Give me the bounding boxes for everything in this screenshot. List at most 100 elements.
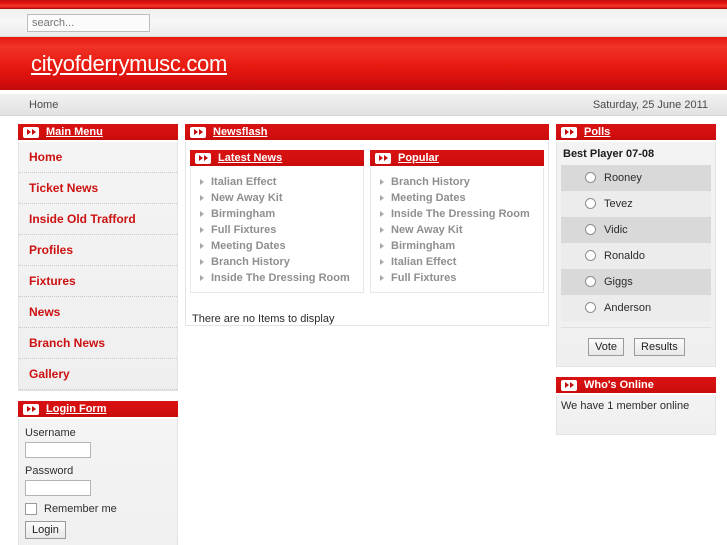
page-root: cityofderrymusc.com Home Saturday, 25 Ju… — [0, 0, 727, 545]
poll-radio-tevez[interactable] — [585, 198, 596, 210]
list-item[interactable]: Inside The Dressing Room — [197, 270, 363, 286]
remember-me-checkbox[interactable] — [25, 503, 37, 515]
main-menu-link[interactable]: Home — [29, 150, 62, 164]
main-menu-link[interactable]: Inside Old Trafford — [29, 212, 136, 226]
sidebar-item-branch-news[interactable]: Branch News — [19, 328, 177, 359]
vote-button[interactable]: Vote — [588, 338, 625, 356]
poll-radio-ronaldo[interactable] — [585, 250, 596, 262]
site-header: cityofderrymusc.com — [0, 37, 727, 93]
double-arrow-icon — [195, 152, 211, 164]
search-input[interactable] — [27, 13, 150, 32]
latest-news-link[interactable]: Italian Effect — [211, 176, 276, 188]
module-popular: Popular Branch History Meeting Dates Ins… — [370, 150, 544, 293]
module-main-menu: Main Menu Home Ticket News Inside Old Tr… — [18, 124, 178, 391]
poll-option-row[interactable]: Giggs — [561, 269, 711, 295]
latest-popular-row: Latest News Italian Effect New Away Kit … — [186, 150, 548, 293]
main-menu-link[interactable]: Ticket News — [29, 181, 98, 195]
popular-link[interactable]: Birmingham — [391, 240, 455, 252]
main-menu-link[interactable]: Gallery — [29, 367, 70, 381]
sidebar-item-gallery[interactable]: Gallery — [19, 359, 177, 390]
sidebar-item-ticket-news[interactable]: Ticket News — [19, 173, 177, 204]
main-menu-list: Home Ticket News Inside Old Trafford Pro… — [19, 142, 177, 390]
results-button[interactable]: Results — [634, 338, 685, 356]
poll-radio-rooney[interactable] — [585, 172, 596, 184]
login-button[interactable]: Login — [25, 521, 66, 539]
password-field[interactable] — [25, 480, 91, 496]
poll-option-label: Ronaldo — [604, 249, 645, 262]
right-column: Polls Best Player 07-08 Rooney Tevez Vid… — [556, 124, 716, 445]
sidebar-item-fixtures[interactable]: Fixtures — [19, 266, 177, 297]
main-menu-title: Main Menu — [46, 126, 103, 138]
list-item[interactable]: Italian Effect — [197, 174, 363, 190]
poll-option-row[interactable]: Vidic — [561, 217, 711, 243]
poll-option-label: Tevez — [604, 197, 633, 210]
poll-option-row[interactable]: Anderson — [561, 295, 711, 321]
latest-news-list: Italian Effect New Away Kit Birmingham F… — [191, 168, 363, 292]
latest-news-link[interactable]: Branch History — [211, 256, 290, 268]
whos-online-text: We have 1 member online — [561, 400, 690, 412]
latest-news-link[interactable]: Full Fixtures — [211, 224, 276, 236]
popular-link[interactable]: Branch History — [391, 176, 470, 188]
module-newsflash: Newsflash Latest News Italian Effect New… — [185, 124, 549, 326]
main-menu-link[interactable]: Fixtures — [29, 274, 76, 288]
username-label: Username — [25, 427, 76, 439]
list-item[interactable]: Meeting Dates — [377, 190, 543, 206]
poll-buttons-row: Vote Results — [561, 327, 711, 358]
latest-news-link[interactable]: Inside The Dressing Room — [211, 272, 350, 284]
main-menu-link[interactable]: Profiles — [29, 243, 73, 257]
main-menu-body: Home Ticket News Inside Old Trafford Pro… — [18, 142, 178, 391]
popular-link[interactable]: New Away Kit — [391, 224, 463, 236]
popular-list: Branch History Meeting Dates Inside The … — [371, 168, 543, 292]
polls-body: Best Player 07-08 Rooney Tevez Vidic Ron… — [556, 142, 716, 367]
breadcrumb-bar: Home Saturday, 25 June 2011 — [0, 93, 727, 116]
main-menu-header: Main Menu — [18, 124, 178, 142]
list-item[interactable]: Branch History — [377, 174, 543, 190]
remember-me-label: Remember me — [44, 503, 117, 515]
poll-option-row[interactable]: Ronaldo — [561, 243, 711, 269]
site-title[interactable]: cityofderrymusc.com — [31, 51, 227, 77]
list-item[interactable]: Italian Effect — [377, 254, 543, 270]
main-menu-link[interactable]: Branch News — [29, 336, 105, 350]
list-item[interactable]: Branch History — [197, 254, 363, 270]
poll-radio-anderson[interactable] — [585, 302, 596, 314]
latest-news-body: Italian Effect New Away Kit Birmingham F… — [190, 168, 364, 293]
list-item[interactable]: Inside The Dressing Room — [377, 206, 543, 222]
main-menu-link[interactable]: News — [29, 305, 60, 319]
latest-news-header: Latest News — [190, 150, 364, 168]
poll-radio-vidic[interactable] — [585, 224, 596, 236]
sidebar-item-inside-old-trafford[interactable]: Inside Old Trafford — [19, 204, 177, 235]
poll-radio-giggs[interactable] — [585, 276, 596, 288]
username-field[interactable] — [25, 442, 91, 458]
double-arrow-icon — [375, 152, 391, 164]
popular-link[interactable]: Meeting Dates — [391, 192, 466, 204]
poll-option-row[interactable]: Tevez — [561, 191, 711, 217]
double-arrow-icon — [561, 379, 577, 391]
latest-news-title: Latest News — [218, 152, 283, 164]
poll-option-label: Rooney — [604, 171, 642, 184]
list-item[interactable]: New Away Kit — [197, 190, 363, 206]
module-latest-news: Latest News Italian Effect New Away Kit … — [190, 150, 364, 293]
breadcrumb[interactable]: Home — [29, 99, 58, 111]
popular-link[interactable]: Inside The Dressing Room — [391, 208, 530, 220]
sidebar-item-news[interactable]: News — [19, 297, 177, 328]
login-form-body: Username Password Remember me Login Lost… — [18, 419, 178, 545]
list-item[interactable]: Full Fixtures — [377, 270, 543, 286]
double-arrow-icon — [23, 403, 39, 415]
sidebar-item-profiles[interactable]: Profiles — [19, 235, 177, 266]
poll-option-row[interactable]: Rooney — [561, 165, 711, 191]
sidebar-item-home[interactable]: Home — [19, 142, 177, 173]
popular-link[interactable]: Full Fixtures — [391, 272, 456, 284]
list-item[interactable]: Birmingham — [377, 238, 543, 254]
popular-link[interactable]: Italian Effect — [391, 256, 456, 268]
latest-news-link[interactable]: Meeting Dates — [211, 240, 286, 252]
latest-news-link[interactable]: New Away Kit — [211, 192, 283, 204]
list-item[interactable]: Birmingham — [197, 206, 363, 222]
module-whos-online: Who's Online We have 1 member online — [556, 377, 716, 435]
double-arrow-icon — [23, 126, 39, 138]
latest-news-link[interactable]: Birmingham — [211, 208, 275, 220]
list-item[interactable]: Meeting Dates — [197, 238, 363, 254]
list-item[interactable]: New Away Kit — [377, 222, 543, 238]
whos-online-body: We have 1 member online — [556, 395, 716, 435]
list-item[interactable]: Full Fixtures — [197, 222, 363, 238]
login-form-header: Login Form — [18, 401, 178, 419]
